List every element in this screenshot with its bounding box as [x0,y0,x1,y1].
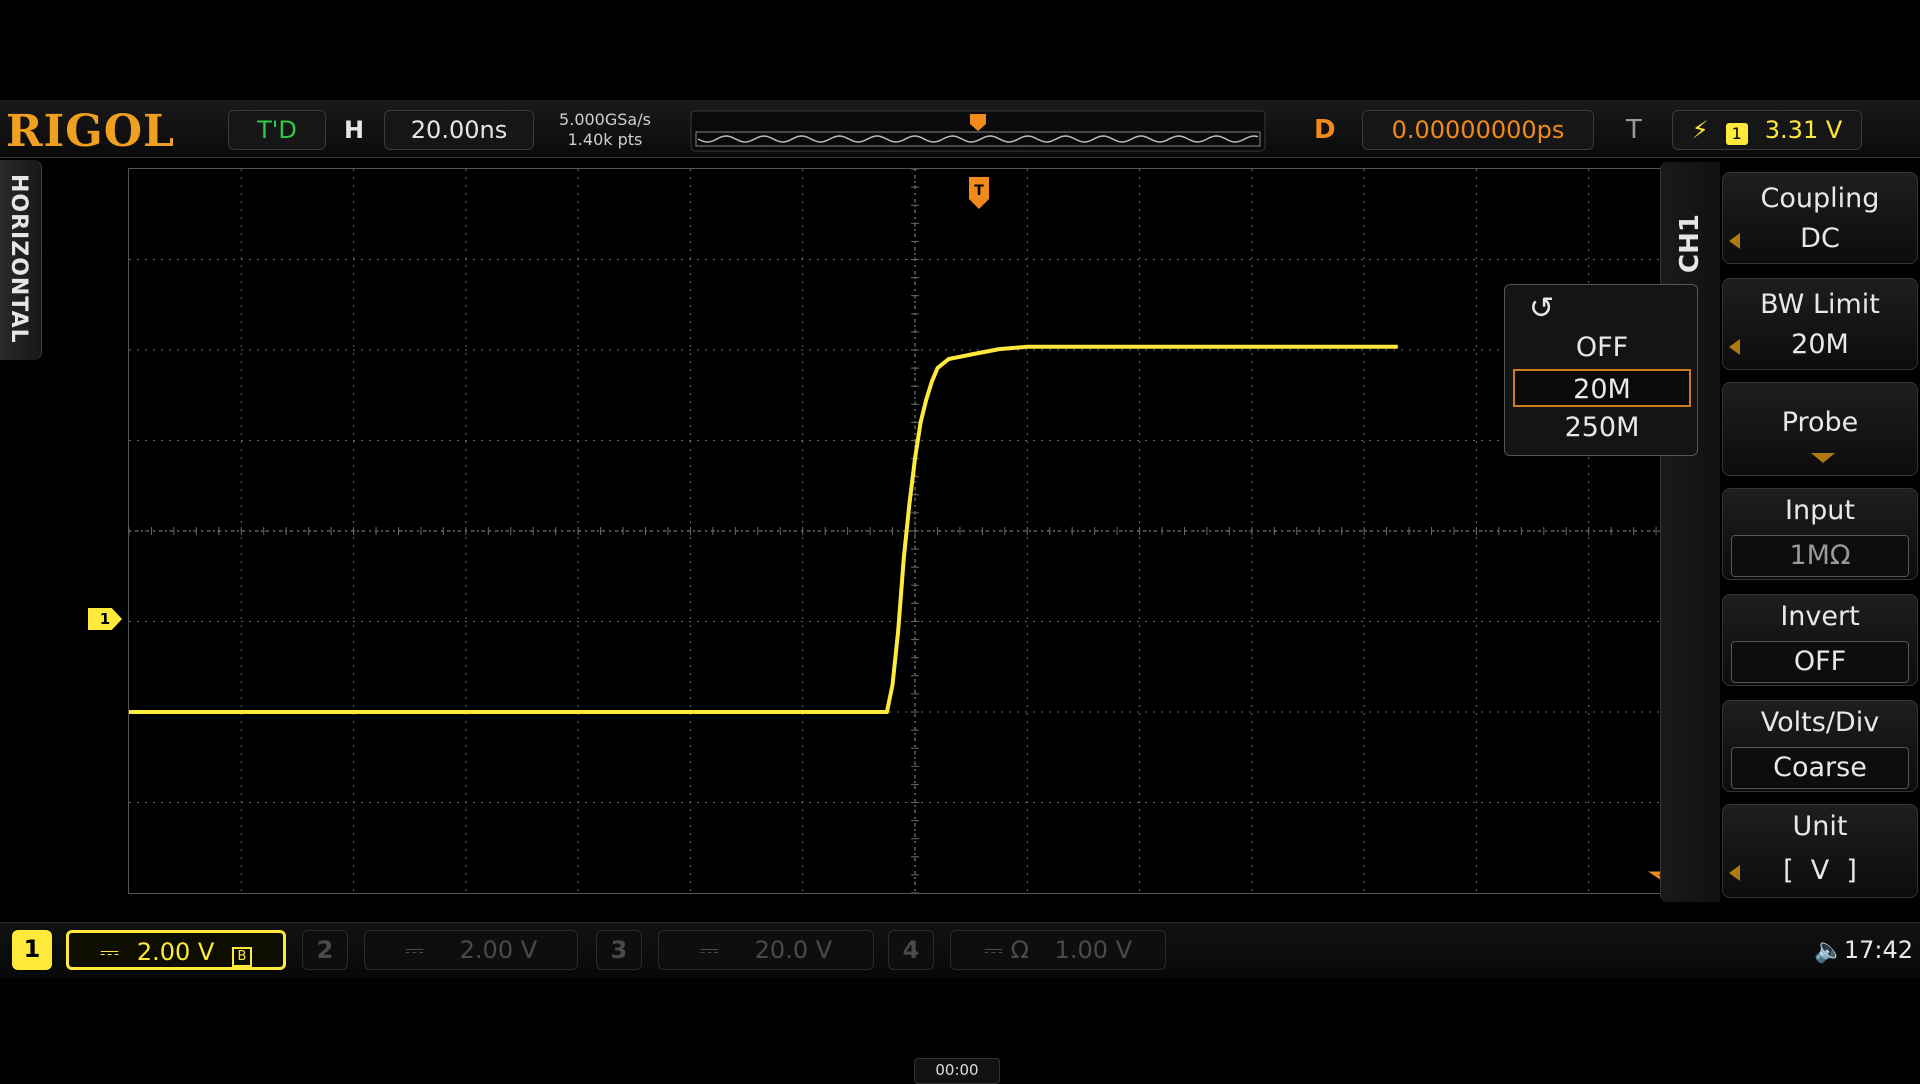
sample-info: 5.000GSa/s 1.40k pts [540,110,670,150]
clock: 17:42 [1843,936,1914,964]
probe-title: Probe [1781,407,1859,438]
volts-div-value: Coarse [1731,747,1909,789]
trigger-label: T [1626,115,1642,145]
rising-edge-icon: ⚡ [1691,116,1709,144]
channel4-number[interactable]: 4 [888,930,934,970]
invert-title: Invert [1780,601,1860,632]
channel3-scale-box[interactable]: ⎓ 20.0 V [658,930,874,970]
channel-tab-label: CH1 [1675,214,1705,273]
dc-coupling-icon: ⎓ Ω [983,936,1029,964]
channel3-scale: 20.0 V [754,936,833,964]
channel-tab[interactable]: CH1 [1660,162,1720,902]
bw-option-off[interactable]: OFF [1513,329,1691,367]
timebase-value[interactable]: 20.00ns [384,110,534,150]
channel4-scale-box[interactable]: ⎓ Ω 1.00 V [950,930,1166,970]
input-title: Input [1785,495,1855,526]
trigger-source-badge: 1 [1725,122,1748,145]
unit-value: [ V ] [1783,855,1857,886]
return-icon[interactable]: ↺ [1529,291,1554,326]
channel1-ground-marker[interactable]: 1 [88,608,122,630]
bw-limit-title: BW Limit [1760,289,1880,320]
channel1-trace [129,344,1398,714]
trigger-info[interactable]: ⚡ 1 3.31 V [1672,110,1862,150]
volts-div-title: Volts/Div [1760,707,1880,738]
trigger-level: 3.31 V [1764,116,1843,144]
grid [129,169,1701,893]
memory-depth: 1.40k pts [567,130,643,149]
chevron-down-icon [1811,453,1835,463]
bw-option-250m[interactable]: 250M [1513,409,1691,447]
dc-coupling-icon: ⎓ [699,936,720,964]
unit-button[interactable]: Unit [ V ] [1722,804,1918,898]
waveform-display[interactable]: T [128,168,1702,894]
invert-button[interactable]: Invert OFF [1722,594,1918,686]
memory-overview[interactable] [690,110,1266,152]
waveform-plot: T [129,169,1701,893]
svg-text:T: T [974,183,984,199]
bw-limit-value: 20M [1791,329,1849,360]
dc-coupling-icon: ⎓ [100,938,120,966]
dc-coupling-icon: ⎓ [404,936,425,964]
input-value: 1MΩ [1731,535,1909,577]
channel2-scale: 2.00 V [459,936,538,964]
channel2-number[interactable]: 2 [302,930,348,970]
channel1-number[interactable]: 1 [12,930,52,970]
input-button[interactable]: Input 1MΩ [1722,488,1918,580]
invert-value: OFF [1731,641,1909,683]
channel1-scale-box[interactable]: ⎓ 2.00 V B [66,930,286,970]
coupling-title: Coupling [1760,183,1880,214]
probe-button[interactable]: Probe [1722,382,1918,476]
horizontal-label: H [344,116,365,144]
speaker-icon[interactable]: 🔈 [1814,936,1844,964]
video-time: 00:00 [914,1058,1000,1084]
horizontal-tab-label: HORIZONTAL [6,174,31,344]
channel3-number[interactable]: 3 [596,930,642,970]
bw-limit-popup[interactable]: ↺ OFF 20M 250M [1504,284,1698,456]
unit-title: Unit [1792,811,1848,842]
coupling-button[interactable]: Coupling DC [1722,172,1918,264]
channel1-scale: 2.00 V [136,938,215,966]
delay-value[interactable]: 0.00000000ps [1362,110,1594,150]
brand-logo: RIGOL [6,106,175,157]
delay-label: D [1314,115,1336,145]
sample-rate: 5.000GSa/s [559,110,651,129]
bw-option-20m[interactable]: 20M [1513,369,1691,407]
clock-area: 🔈17:42 [1814,934,1913,966]
volts-div-button[interactable]: Volts/Div Coarse [1722,700,1918,792]
bw-limit-indicator: B [231,947,252,967]
horizontal-tab[interactable]: HORIZONTAL [0,160,42,360]
coupling-value: DC [1800,223,1840,254]
bw-limit-button[interactable]: BW Limit 20M [1722,278,1918,370]
channel2-scale-box[interactable]: ⎓ 2.00 V [364,930,578,970]
trigger-status-badge: T'D [228,110,326,150]
channel4-scale: 1.00 V [1054,936,1133,964]
trigger-position-marker[interactable]: T [969,177,989,209]
